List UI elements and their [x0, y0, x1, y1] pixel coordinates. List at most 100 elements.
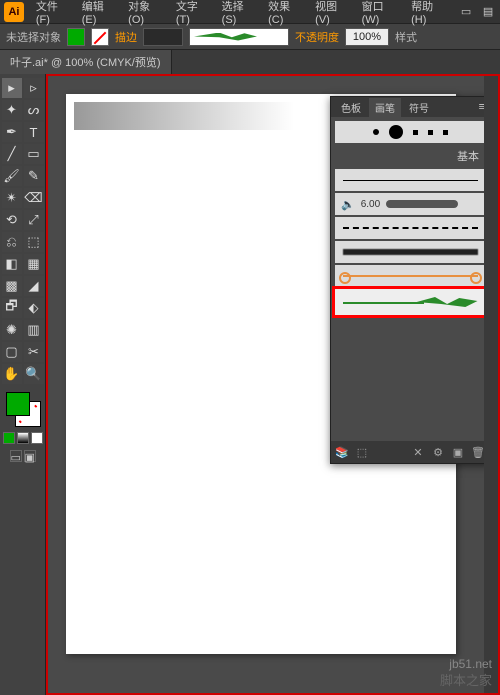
symbol-sprayer-tool[interactable]: ✺: [2, 320, 22, 340]
brush-banner-row[interactable]: [335, 265, 485, 287]
gradient-tool[interactable]: ◢: [24, 276, 44, 296]
screen-mode-normal[interactable]: ▭: [10, 450, 22, 462]
options-icon[interactable]: ⚙: [431, 445, 445, 459]
paintbrush-tool[interactable]: 🖌: [2, 166, 22, 186]
workspace: ▸▹ ✦ᔕ ✒T ╱▭ 🖌✎ ✴⌫ ⟲⤢ ⎌⬚ ◧▦ ▩◢ 🗗⬖ ✺▥ ▢✂ ✋…: [0, 74, 500, 695]
lasso-tool[interactable]: ᔕ: [24, 100, 44, 120]
canvas-area[interactable]: 色板 画笔 符号 ≡ 基本 🔈: [46, 74, 500, 695]
brush-basic-row[interactable]: 基本: [335, 145, 485, 167]
perspective-tool[interactable]: ▦: [24, 254, 44, 274]
layout-icon[interactable]: ▭: [458, 4, 474, 20]
menu-file[interactable]: 文件(F): [32, 0, 76, 28]
brush-line-row[interactable]: [335, 169, 485, 191]
menu-edit[interactable]: 编辑(E): [78, 0, 122, 28]
square-icon: [428, 130, 433, 135]
color-mode-solid[interactable]: [3, 432, 15, 444]
stroke-weight-input[interactable]: [143, 28, 183, 46]
charcoal-icon: [343, 249, 478, 255]
banner-line-icon: [343, 275, 478, 277]
fill-swatch[interactable]: [67, 28, 85, 46]
brush-leaf-row[interactable]: [335, 289, 485, 315]
library-icon[interactable]: 📚: [335, 445, 349, 459]
brushes-panel: 色板 画笔 符号 ≡ 基本 🔈: [330, 96, 490, 464]
menu-view[interactable]: 视图(V): [311, 0, 355, 28]
brushes-list: 基本 🔈 6.00: [331, 117, 489, 441]
leaf-brush-icon: [343, 295, 478, 309]
menu-effect[interactable]: 效果(C): [264, 0, 309, 28]
artboard-tool[interactable]: ▢: [2, 342, 22, 362]
panel-tabs: 色板 画笔 符号 ≡: [331, 97, 489, 117]
leaf-icon: [194, 33, 257, 41]
line-tool[interactable]: ╱: [2, 144, 22, 164]
pen-tool[interactable]: ✒: [2, 122, 22, 142]
basic-label: 基本: [457, 148, 479, 164]
remove-stroke-icon[interactable]: ✕: [411, 445, 425, 459]
document-tab[interactable]: 叶子.ai* @ 100% (CMYK/预览): [0, 50, 172, 74]
fill-indicator[interactable]: [6, 392, 30, 416]
gradient-object[interactable]: [74, 102, 294, 130]
width-tool[interactable]: ⎌: [2, 232, 22, 252]
free-transform-tool[interactable]: ⬚: [24, 232, 44, 252]
rectangle-tool[interactable]: ▭: [24, 144, 44, 164]
hand-tool[interactable]: ✋: [2, 364, 22, 384]
direct-selection-tool[interactable]: ▹: [24, 78, 44, 98]
eraser-tool[interactable]: ⌫: [24, 188, 44, 208]
graph-tool[interactable]: ▥: [24, 320, 44, 340]
menu-object[interactable]: 对象(O): [124, 0, 170, 28]
screen-mode-full[interactable]: ▣: [24, 450, 36, 462]
toolbox: ▸▹ ✦ᔕ ✒T ╱▭ 🖌✎ ✴⌫ ⟲⤢ ⎌⬚ ◧▦ ▩◢ 🗗⬖ ✺▥ ▢✂ ✋…: [0, 74, 46, 695]
arrange-icon[interactable]: ▤: [480, 4, 496, 20]
eyedropper-tool[interactable]: 🗗: [2, 298, 22, 318]
brush-calligraphic-row[interactable]: [335, 121, 485, 143]
brush-size-value: 6.00: [361, 199, 380, 210]
rotate-tool[interactable]: ⟲: [2, 210, 22, 230]
shape-builder-tool[interactable]: ◧: [2, 254, 22, 274]
style-label[interactable]: 样式: [395, 29, 417, 45]
color-mode-row: [3, 432, 43, 444]
brush-preview[interactable]: [189, 28, 289, 46]
menu-select[interactable]: 选择(S): [218, 0, 262, 28]
mesh-tool[interactable]: ▩: [2, 276, 22, 296]
dot-icon: [373, 129, 379, 135]
pencil-tool[interactable]: ✎: [24, 166, 44, 186]
opacity-label[interactable]: 不透明度: [295, 29, 339, 45]
menu-bar: Ai 文件(F) 编辑(E) 对象(O) 文字(T) 选择(S) 效果(C) 视…: [0, 0, 500, 24]
blend-tool[interactable]: ⬖: [24, 298, 44, 318]
brushes-empty-area: [335, 317, 485, 437]
delete-icon[interactable]: 🗑: [471, 445, 485, 459]
app-logo: Ai: [4, 2, 24, 22]
control-bar: 未选择对象 描边 不透明度 100% 样式: [0, 24, 500, 50]
dashed-line-icon: [343, 227, 478, 229]
slice-tool[interactable]: ✂: [24, 342, 44, 362]
menu-type[interactable]: 文字(T): [172, 0, 216, 28]
brush-size-row[interactable]: 🔈 6.00: [335, 193, 485, 215]
zoom-tool[interactable]: 🔍: [24, 364, 44, 384]
speaker-icon: 🔈: [341, 198, 355, 211]
menu-help[interactable]: 帮助(H): [407, 0, 452, 28]
brush-dashed-row[interactable]: [335, 217, 485, 239]
stroke-label[interactable]: 描边: [115, 29, 137, 45]
fill-stroke-indicator[interactable]: [6, 392, 40, 426]
square-icon: [413, 130, 418, 135]
line-icon: [343, 180, 478, 181]
vertical-scrollbar[interactable]: [484, 76, 498, 693]
blob-brush-tool[interactable]: ✴: [2, 188, 22, 208]
watermark-name: 脚本之家: [440, 670, 492, 689]
selection-tool[interactable]: ▸: [2, 78, 22, 98]
new-brush-icon[interactable]: ▣: [451, 445, 465, 459]
scale-tool[interactable]: ⤢: [24, 210, 44, 230]
opacity-input[interactable]: 100%: [345, 28, 389, 46]
magic-wand-tool[interactable]: ✦: [2, 100, 22, 120]
brush-options-icon[interactable]: ⬚: [355, 445, 369, 459]
stroke-swatch[interactable]: [91, 28, 109, 46]
menu-window[interactable]: 窗口(W): [358, 0, 405, 28]
type-tool[interactable]: T: [24, 122, 44, 142]
tab-symbols[interactable]: 符号: [403, 98, 435, 117]
color-mode-gradient[interactable]: [17, 432, 29, 444]
brush-charcoal-row[interactable]: [335, 241, 485, 263]
tab-brushes[interactable]: 画笔: [369, 98, 401, 117]
tab-swatches[interactable]: 色板: [335, 98, 367, 117]
color-mode-none[interactable]: [31, 432, 43, 444]
dot-icon: [389, 125, 403, 139]
screen-mode-row: ▭ ▣: [10, 450, 36, 462]
